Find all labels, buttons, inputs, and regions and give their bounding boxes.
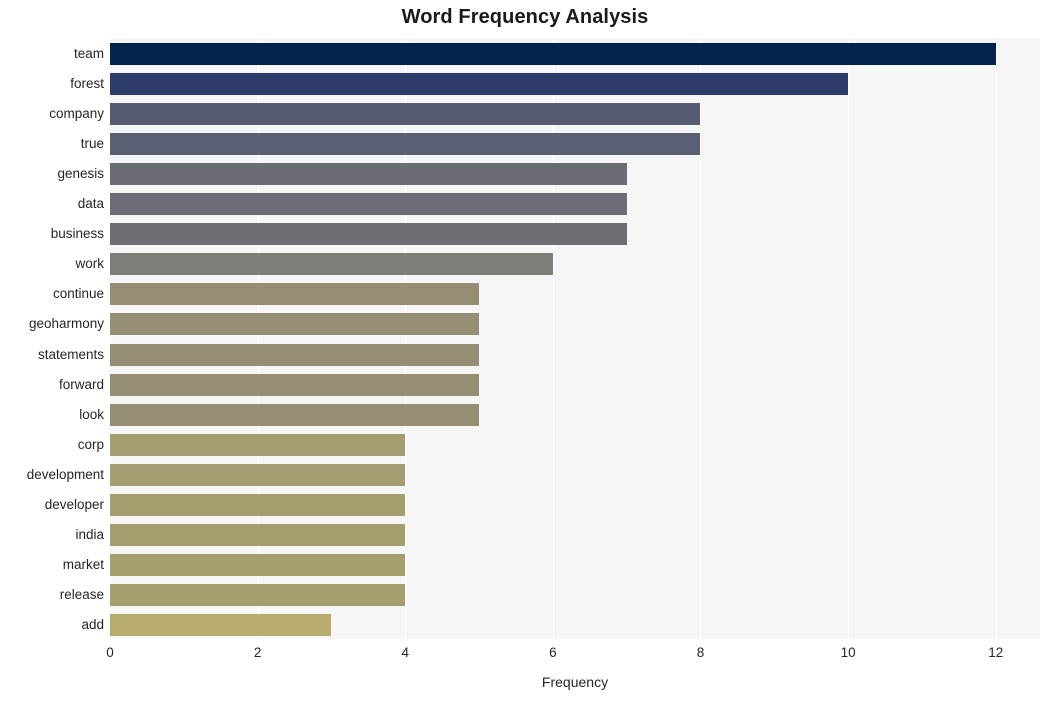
y-axis-tick-label: release bbox=[59, 586, 104, 602]
y-axis-tick-label: forest bbox=[70, 76, 104, 92]
y-axis-tick-label: market bbox=[62, 556, 104, 572]
x-axis-tick-label: 12 bbox=[988, 645, 1004, 660]
x-axis-title: Frequency bbox=[541, 674, 609, 690]
bar bbox=[110, 373, 480, 396]
bar bbox=[110, 493, 406, 516]
bar bbox=[110, 553, 406, 576]
x-axis-tick-label: 4 bbox=[401, 645, 409, 660]
y-axis-tick-label: add bbox=[81, 616, 104, 632]
gridline-x-2 bbox=[257, 38, 259, 639]
plot-area bbox=[110, 38, 1040, 639]
bar bbox=[110, 73, 849, 96]
bar bbox=[110, 103, 701, 126]
bar bbox=[110, 253, 553, 276]
gridline-x-4 bbox=[405, 38, 407, 639]
gridline-x-12 bbox=[995, 38, 997, 639]
y-axis-tick-label: corp bbox=[77, 436, 104, 452]
y-axis-tick-label: forward bbox=[58, 376, 104, 392]
y-axis-tick-label: india bbox=[75, 526, 104, 542]
chart-figure: Word Frequency Analysis team forest compan… bbox=[0, 0, 1050, 701]
bar bbox=[110, 463, 406, 486]
bar bbox=[110, 313, 480, 336]
y-axis-tick-label: developer bbox=[44, 496, 104, 512]
y-axis-tick-label: statements bbox=[37, 346, 104, 362]
x-axis-tick-label: 0 bbox=[106, 645, 114, 660]
bar bbox=[110, 223, 627, 246]
gridline-x-6 bbox=[552, 38, 554, 639]
y-axis-tick-labels: team forest company true genesis data business… bbox=[0, 38, 104, 639]
bar bbox=[110, 343, 480, 366]
bar bbox=[110, 433, 406, 456]
bar bbox=[110, 523, 406, 546]
x-axis-tick-label: 2 bbox=[253, 645, 262, 660]
bar bbox=[110, 613, 332, 636]
bar bbox=[110, 43, 996, 66]
x-axis-tick-label: 6 bbox=[549, 645, 557, 660]
y-axis-tick-label: data bbox=[77, 196, 104, 212]
y-axis-tick-label: look bbox=[79, 406, 104, 422]
gridline-x-8 bbox=[700, 38, 702, 639]
chart-title: Word Frequency Analysis bbox=[401, 6, 649, 28]
y-axis-tick-label: development bbox=[26, 466, 104, 482]
x-axis-tick-labels: 0 2 4 6 8 10 12 bbox=[0, 645, 1050, 667]
bar bbox=[110, 583, 406, 606]
y-axis-tick-label: business bbox=[50, 226, 104, 242]
gridline-x-10 bbox=[848, 38, 850, 639]
y-axis-tick-label: company bbox=[49, 106, 104, 122]
gridline-x-0 bbox=[110, 38, 111, 639]
y-axis-tick-label: geoharmony bbox=[28, 316, 104, 332]
bar bbox=[110, 403, 480, 426]
x-axis-tick-label: 10 bbox=[840, 645, 856, 660]
bar bbox=[110, 193, 627, 216]
bar bbox=[110, 283, 480, 306]
x-axis-tick-label: 8 bbox=[696, 645, 705, 660]
y-axis-tick-label: work bbox=[75, 256, 104, 272]
bar bbox=[110, 133, 701, 156]
y-axis-tick-label: true bbox=[80, 136, 104, 152]
y-axis-tick-label: continue bbox=[52, 286, 104, 302]
y-axis-tick-label: genesis bbox=[57, 166, 104, 182]
bar bbox=[110, 163, 627, 186]
y-axis-tick-label: team bbox=[73, 46, 104, 62]
